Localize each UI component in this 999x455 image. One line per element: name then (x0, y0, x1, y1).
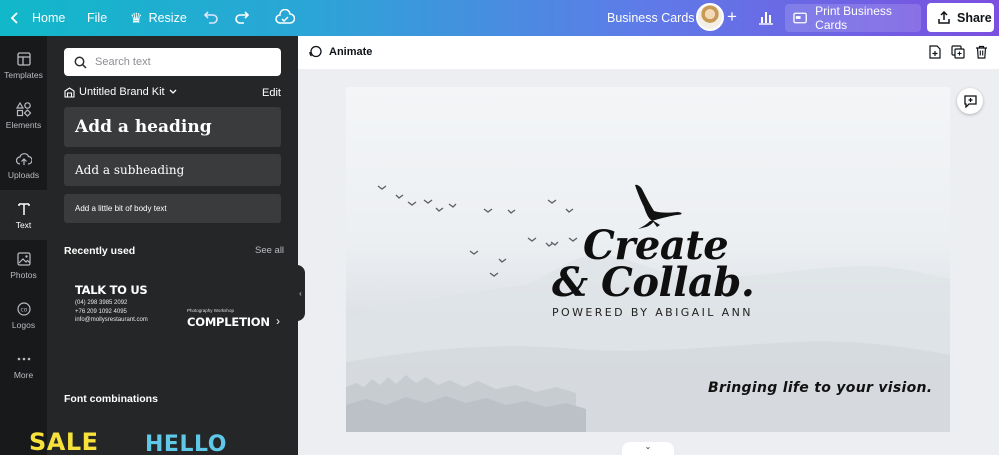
print-label: Print Business Cards (815, 4, 892, 32)
chevron-down-small-icon: ⌄ (644, 442, 652, 451)
nav-label-uploads: Uploads (7, 169, 40, 180)
edit-brand-kit-link[interactable]: Edit (262, 87, 281, 99)
chevron-left-small-icon: ‹ (299, 288, 302, 298)
share-button[interactable]: Share (927, 3, 994, 32)
add-page-icon[interactable] (928, 45, 942, 59)
undo-icon[interactable] (203, 10, 219, 24)
recent-text-completion[interactable]: Photography Workshop COMPLETION (187, 308, 277, 368)
svg-text:co: co (20, 306, 27, 313)
recent1-title: TALK TO US (75, 283, 148, 297)
upload-share-icon (938, 10, 950, 24)
share-label: Share (957, 10, 992, 25)
design-canvas[interactable]: Create & Collab. POWERED BY ABIGAIL ANN … (346, 87, 950, 432)
delete-page-icon[interactable] (975, 45, 988, 59)
home-button[interactable]: Home (10, 11, 65, 25)
print-business-cards-button[interactable]: Print Business Cards (785, 4, 921, 32)
nav-item-logos[interactable]: co Logos (0, 290, 47, 340)
left-navigation: Templates Elements Uploads Text Photos c… (0, 36, 47, 455)
search-input[interactable] (95, 56, 265, 68)
animate-label: Animate (329, 46, 373, 58)
file-label: File (87, 11, 108, 25)
analytics-icon[interactable] (758, 9, 774, 25)
document-title[interactable]: Business Cards (607, 11, 695, 25)
top-bar: Home File ♛ Resize Business Cards + Prin… (0, 0, 999, 36)
editor-toolbar: Animate (298, 36, 999, 69)
nav-label-templates: Templates (4, 69, 43, 80)
powered-by-text[interactable]: POWERED BY ABIGAIL ANN (552, 306, 753, 319)
recent-text-talk-to-us[interactable]: TALK TO US (04) 298 3985 2092 +76 209 10… (75, 283, 175, 343)
font-combo-sale[interactable]: SALE (29, 428, 99, 455)
avatar[interactable] (696, 3, 724, 31)
add-heading-button[interactable]: Add a heading (64, 107, 281, 147)
nav-label-elements: Elements (5, 119, 42, 130)
photos-icon (16, 251, 31, 266)
resize-label: Resize (148, 11, 187, 25)
nav-label-more: More (13, 369, 34, 380)
print-card-icon (793, 12, 807, 24)
nav-item-more[interactable]: More (0, 340, 47, 390)
see-all-link[interactable]: See all (255, 245, 284, 256)
page-notes-toggle[interactable]: ⌄ (622, 442, 674, 455)
recent1-line: (04) 298 3985 2092 (75, 300, 128, 306)
font-combinations-title: Font combinations (64, 393, 158, 405)
headline-collab[interactable]: & Collab. (552, 263, 755, 303)
text-panel: Untitled Brand Kit Edit Add a heading Ad… (47, 36, 298, 455)
nav-item-photos[interactable]: Photos (0, 240, 47, 290)
nav-item-templates[interactable]: Templates (0, 40, 47, 90)
collapse-panel-handle[interactable]: ‹ (296, 265, 305, 321)
add-body-text-button[interactable]: Add a little bit of body text (64, 194, 281, 223)
animate-button[interactable]: Animate (308, 45, 372, 59)
uploads-icon (15, 152, 32, 165)
brand-kit-selector[interactable]: Untitled Brand Kit (64, 86, 177, 98)
recent2-overline: Photography Workshop (187, 308, 234, 313)
animate-icon (309, 45, 322, 58)
resize-button[interactable]: ♛ Resize (130, 11, 187, 25)
file-menu-button[interactable]: File (87, 11, 107, 25)
duplicate-page-icon[interactable] (951, 45, 965, 59)
search-icon (74, 56, 87, 69)
nav-label-photos: Photos (10, 269, 37, 280)
chevron-right-icon[interactable]: › (276, 314, 280, 328)
tagline-text[interactable]: Bringing life to your vision. (708, 380, 932, 396)
nav-item-text[interactable]: Text (0, 190, 47, 240)
chevron-down-icon (169, 89, 177, 94)
add-comment-button[interactable] (957, 88, 983, 114)
elements-icon (15, 101, 31, 117)
home-label: Home (32, 11, 66, 25)
recent1-line: info@mollysrestaurant.com (75, 317, 148, 323)
comment-plus-icon (963, 95, 977, 108)
recently-used-title: Recently used (64, 245, 136, 257)
logos-icon: co (16, 301, 31, 316)
flock-of-birds (377, 185, 578, 277)
recent1-line: +76 209 1092 4095 (75, 308, 127, 315)
add-subheading-button[interactable]: Add a subheading (64, 154, 281, 186)
text-icon (17, 202, 30, 215)
nav-item-uploads[interactable]: Uploads (0, 140, 47, 190)
templates-icon (16, 51, 31, 66)
nav-label-logos: Logos (11, 319, 36, 330)
nav-item-elements[interactable]: Elements (0, 90, 47, 140)
add-collaborator-icon[interactable]: + (727, 7, 737, 27)
font-combo-hello[interactable]: HELLO (145, 432, 227, 455)
nav-label-text: Text (15, 219, 32, 230)
resize-icon: ♛ (130, 10, 143, 26)
cloud-saved-icon[interactable] (275, 9, 295, 25)
brand-kit-icon (64, 86, 75, 98)
search-box[interactable] (64, 48, 281, 76)
recent2-title: COMPLETION (187, 315, 270, 329)
brand-kit-label: Untitled Brand Kit (79, 86, 165, 98)
chevron-left-icon (10, 12, 18, 24)
redo-icon[interactable] (234, 10, 250, 24)
more-icon (17, 357, 30, 360)
